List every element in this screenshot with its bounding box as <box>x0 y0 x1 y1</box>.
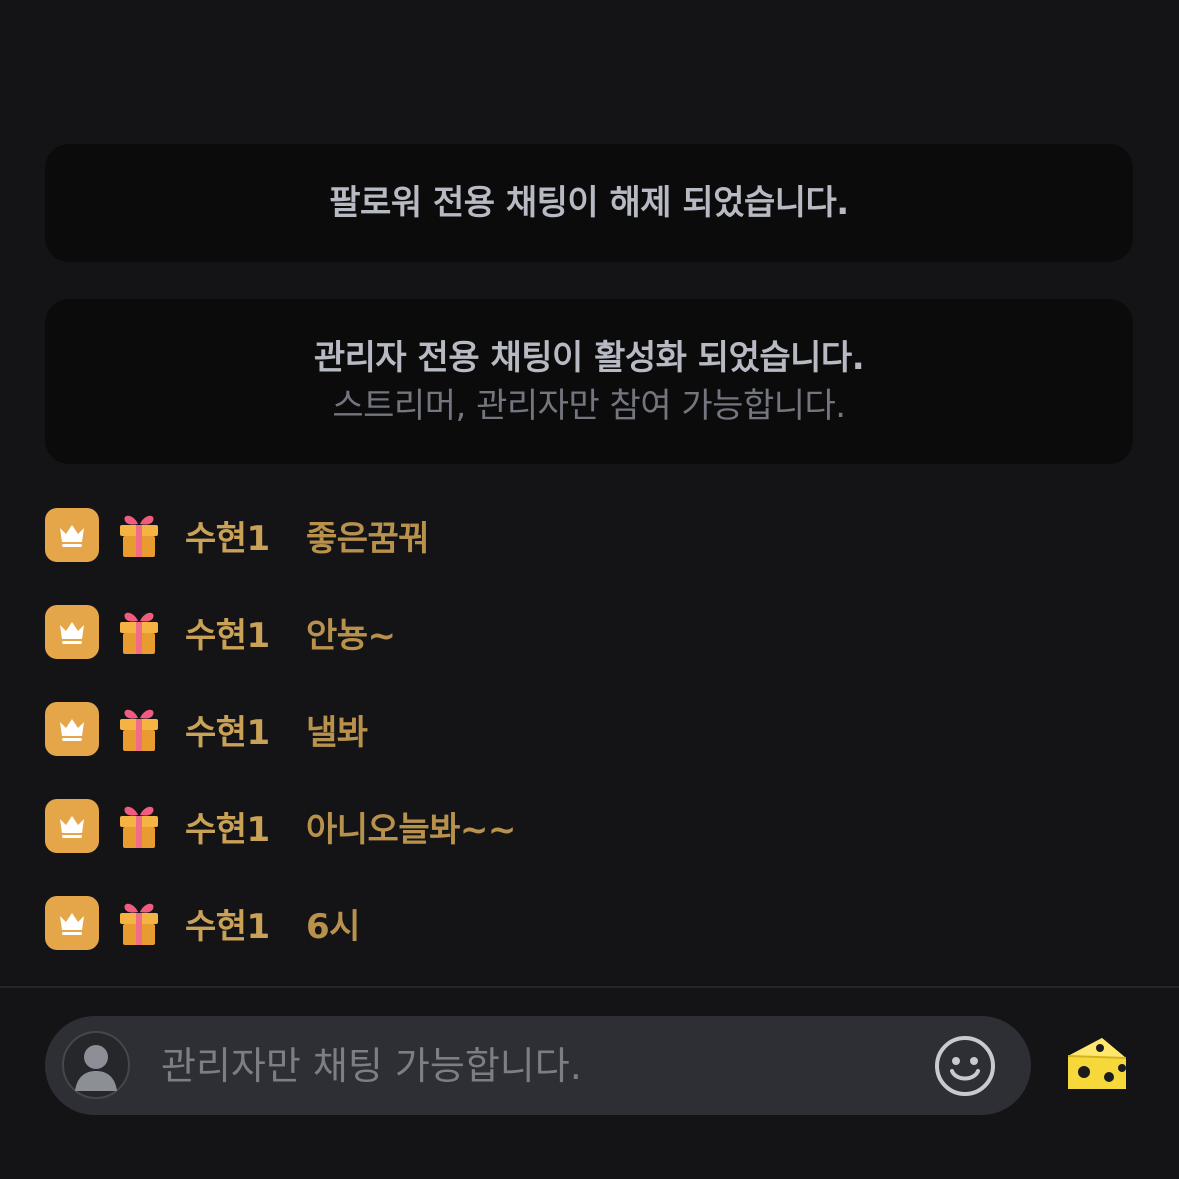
chat-message-text: 6시 <box>306 906 360 947</box>
crown-icon <box>45 799 99 853</box>
chat-nickname[interactable]: 수현1 <box>185 608 285 657</box>
chat-message[interactable]: 수현1 6시 <box>45 896 1135 950</box>
gift-icon <box>120 612 158 654</box>
chat-input-divider <box>0 986 1179 988</box>
notice-title: 팔로워 전용 채팅이 해제 되었습니다. <box>329 183 849 223</box>
chat-input[interactable] <box>161 1036 921 1096</box>
smiley-icon[interactable] <box>933 1034 997 1098</box>
gift-icon <box>120 806 158 848</box>
chat-message-text: 아니오늘봐~~ <box>306 809 516 850</box>
notice-subtitle: 스트리머, 관리자만 참여 가능합니다. <box>332 386 846 426</box>
gift-icon <box>120 709 158 751</box>
chat-message[interactable]: 수현1 아니오늘봐~~ <box>45 799 1135 853</box>
cheese-icon[interactable] <box>1064 1034 1130 1094</box>
crown-icon <box>45 605 99 659</box>
chat-nickname[interactable]: 수현1 <box>185 705 285 754</box>
chat-nickname[interactable]: 수현1 <box>185 511 285 560</box>
user-avatar-icon[interactable] <box>61 1030 131 1100</box>
gift-icon <box>120 903 158 945</box>
chat-input-bar <box>45 1016 1031 1115</box>
system-notice-admin-chat-enabled: 관리자 전용 채팅이 활성화 되었습니다. 스트리머, 관리자만 참여 가능합니… <box>45 299 1133 464</box>
notice-title: 관리자 전용 채팅이 활성화 되었습니다. <box>313 338 865 378</box>
chat-message-text: 안뇽~ <box>306 615 396 656</box>
top-cropped-header <box>60 0 250 8</box>
chat-message-text: 낼봐 <box>306 712 368 753</box>
crown-icon <box>45 896 99 950</box>
crown-icon <box>45 508 99 562</box>
system-notice-follower-chat-disabled: 팔로워 전용 채팅이 해제 되었습니다. <box>45 144 1133 262</box>
crown-icon <box>45 702 99 756</box>
chat-nickname[interactable]: 수현1 <box>185 899 285 948</box>
chat-message[interactable]: 수현1 낼봐 <box>45 702 1135 756</box>
chat-message[interactable]: 수현1 좋은꿈꿔 <box>45 508 1135 562</box>
gift-icon <box>120 515 158 557</box>
chat-message-list: 수현1 좋은꿈꿔 수현1 안뇽~ 수현1 낼봐 수현1 아니오늘봐~~ 수현1 … <box>45 508 1135 993</box>
chat-message[interactable]: 수현1 안뇽~ <box>45 605 1135 659</box>
chat-nickname[interactable]: 수현1 <box>185 802 285 851</box>
chat-message-text: 좋은꿈꿔 <box>306 518 430 559</box>
